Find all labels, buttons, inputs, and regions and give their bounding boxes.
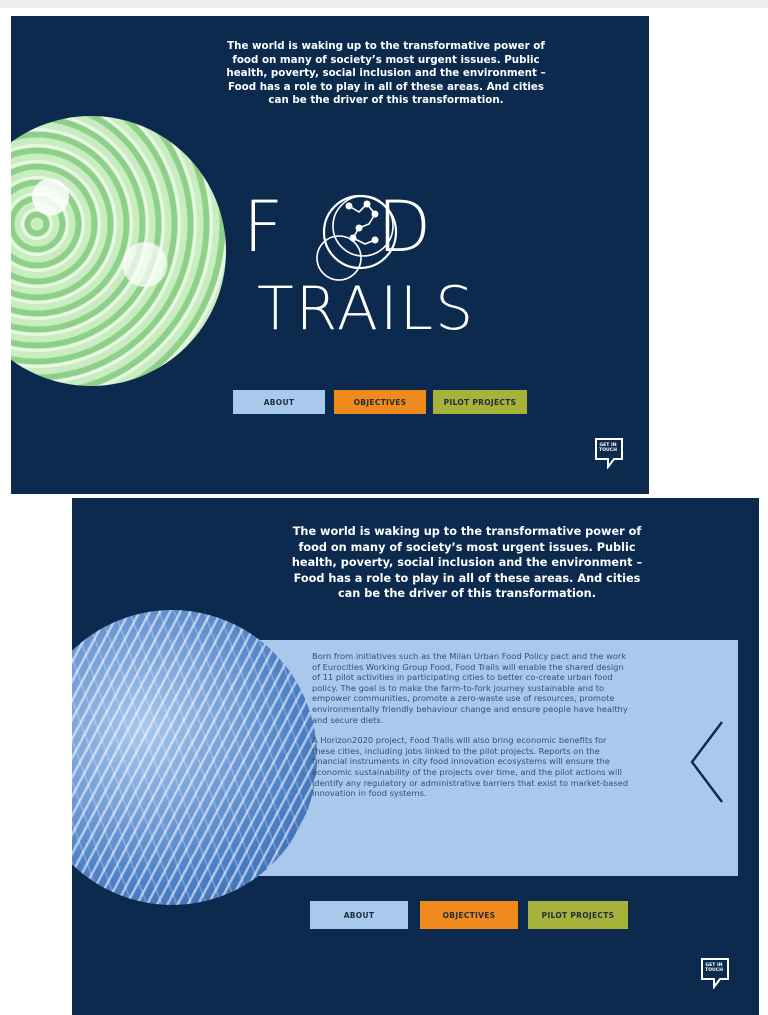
top-border [0, 0, 768, 8]
logo-trail-icon [316, 194, 398, 281]
get-in-touch-label: GET IN TOUCH [599, 443, 617, 453]
about-text: Born from initiatives such as the Milan … [312, 651, 632, 809]
about-panel: The world is waking up to the transforma… [72, 498, 759, 1015]
about-paragraph-2: A Horizon2020 project, Food Trails will … [312, 735, 629, 799]
pilot-projects-button[interactable]: PILOT PROJECTS [528, 901, 628, 929]
speech-bubble-icon [595, 438, 623, 470]
pilot-projects-button[interactable]: PILOT PROJECTS [433, 390, 527, 414]
about-paragraph-1: Born from initiatives such as the Milan … [312, 651, 628, 725]
get-in-touch-label: GET IN TOUCH [705, 963, 723, 973]
about-button[interactable]: ABOUT [310, 901, 408, 929]
intro-text: The world is waking up to the transforma… [291, 525, 643, 600]
get-in-touch-button[interactable]: GET IN TOUCH [594, 437, 624, 474]
get-in-touch-button[interactable]: GET IN TOUCH [700, 957, 730, 994]
food-trails-logo: FD TRAILS [243, 186, 513, 346]
objectives-button[interactable]: OBJECTIVES [334, 390, 426, 414]
intro-text: The world is waking up to the transforma… [226, 40, 546, 106]
speech-bubble-icon [701, 958, 729, 990]
objectives-button[interactable]: OBJECTIVES [420, 901, 518, 929]
lime-slices-image [11, 116, 226, 386]
about-button[interactable]: ABOUT [233, 390, 325, 414]
landing-panel: The world is waking up to the transforma… [11, 16, 649, 494]
chevron-left-icon[interactable] [688, 720, 728, 804]
logo-trails-word: TRAILS [257, 274, 476, 344]
